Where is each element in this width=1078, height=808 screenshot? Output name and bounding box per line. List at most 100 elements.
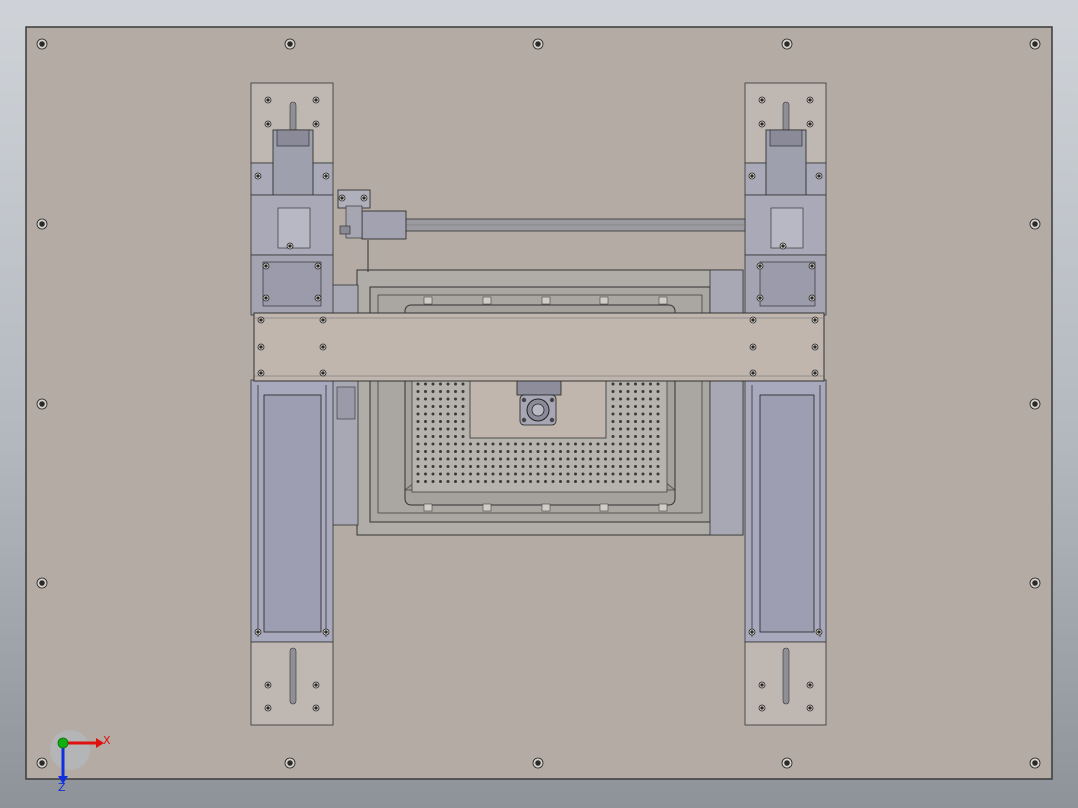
perforation-hole [641, 382, 645, 386]
perforation-hole [536, 442, 540, 446]
rail-left [250, 82, 334, 726]
perforation-hole [416, 450, 420, 453]
perforation-hole [439, 480, 442, 483]
perforation-hole [529, 442, 532, 446]
perforation-hole [439, 442, 442, 446]
perforation-hole [619, 382, 622, 386]
bracket-bolt [254, 628, 262, 636]
perforation-hole [536, 465, 540, 468]
perforation-hole [634, 412, 637, 416]
perforation-hole [461, 405, 465, 408]
perforation-hole [619, 390, 622, 393]
perforation-hole [566, 465, 570, 468]
bracket-bolt [322, 628, 330, 636]
perforation-hole [431, 480, 435, 483]
perforation-hole [499, 450, 502, 453]
perforation-hole [649, 442, 652, 446]
plate-screw [532, 757, 544, 769]
perforation-hole [619, 412, 622, 416]
perforation-hole [476, 465, 480, 468]
perforation-hole [641, 442, 645, 446]
perforation-hole [596, 480, 600, 483]
perforation-hole [461, 427, 465, 431]
perforation-hole [439, 405, 442, 408]
perforation-hole [656, 382, 660, 386]
perforation-hole [559, 465, 562, 468]
perforation-hole [641, 472, 645, 476]
tray-slot [658, 296, 668, 305]
perforation-hole [611, 435, 615, 438]
perforation-hole [656, 435, 660, 438]
perforation-hole [559, 457, 562, 461]
perforation-hole [439, 457, 442, 461]
perforation-hole [611, 450, 615, 453]
perforation-hole [521, 465, 525, 468]
perforation-hole [544, 457, 547, 461]
perforation-hole [649, 472, 652, 476]
plate-screw [1029, 577, 1041, 589]
perforation-hole [551, 450, 555, 453]
perforation-hole [446, 442, 450, 446]
perforation-hole [574, 442, 577, 446]
perforation-hole [634, 420, 637, 423]
perforation-hole [596, 472, 600, 476]
perforation-hole [461, 465, 465, 468]
perforation-hole [626, 472, 630, 476]
perforation-hole [446, 450, 450, 453]
perforation-hole [431, 397, 435, 401]
perforation-hole [566, 472, 570, 476]
tray-slot [482, 296, 492, 305]
perforation-hole [439, 435, 442, 438]
perforation-hole [641, 465, 645, 468]
plate-screw [36, 38, 48, 50]
perforation-hole [431, 442, 435, 446]
perforation-hole [521, 480, 525, 483]
perforation-hole [454, 472, 457, 476]
perforation-hole [461, 457, 465, 461]
perforation-hole [634, 457, 637, 461]
axis-z-label: Z [58, 781, 66, 794]
bracket-bolt [815, 628, 823, 636]
perforation-hole [656, 465, 660, 468]
perforation-hole [469, 442, 472, 446]
perforation-hole [596, 465, 600, 468]
bracket-bolt [254, 172, 262, 180]
perforation-hole [619, 450, 622, 453]
perforation-hole [521, 450, 525, 453]
perforation-hole [529, 480, 532, 483]
perforation-hole [551, 457, 555, 461]
perforation-hole [551, 472, 555, 476]
bracket-bolt [749, 343, 757, 351]
perforation-hole [626, 435, 630, 438]
plate-screw [36, 398, 48, 410]
perforation-hole [461, 382, 465, 386]
perforation-hole [469, 457, 472, 461]
perforation-hole [499, 480, 502, 483]
bracket-bolt [264, 681, 272, 689]
bracket-bolt [808, 294, 816, 302]
perforation-hole [446, 420, 450, 423]
perforation-hole [424, 457, 427, 461]
perforation-hole [536, 450, 540, 453]
perforation-hole [424, 442, 427, 446]
perforation-hole [596, 457, 600, 461]
perforation-hole [461, 450, 465, 453]
perforation-hole [424, 397, 427, 401]
perforation-hole [529, 450, 532, 453]
perforation-hole [439, 465, 442, 468]
cad-viewport[interactable]: X Z [0, 0, 1078, 808]
perforation-hole [514, 450, 517, 453]
perforation-hole [416, 457, 420, 461]
bracket-bolt [262, 294, 270, 302]
perforation-hole [454, 382, 457, 386]
perforation-hole [574, 465, 577, 468]
perforation-hole [656, 390, 660, 393]
plate-screw [36, 218, 48, 230]
perforation-hole [626, 412, 630, 416]
perforation-hole [416, 427, 420, 431]
perforation-hole [454, 427, 457, 431]
perforation-hole [641, 450, 645, 453]
perforation-hole [619, 465, 622, 468]
perforation-hole [469, 472, 472, 476]
perforation-hole [536, 472, 540, 476]
